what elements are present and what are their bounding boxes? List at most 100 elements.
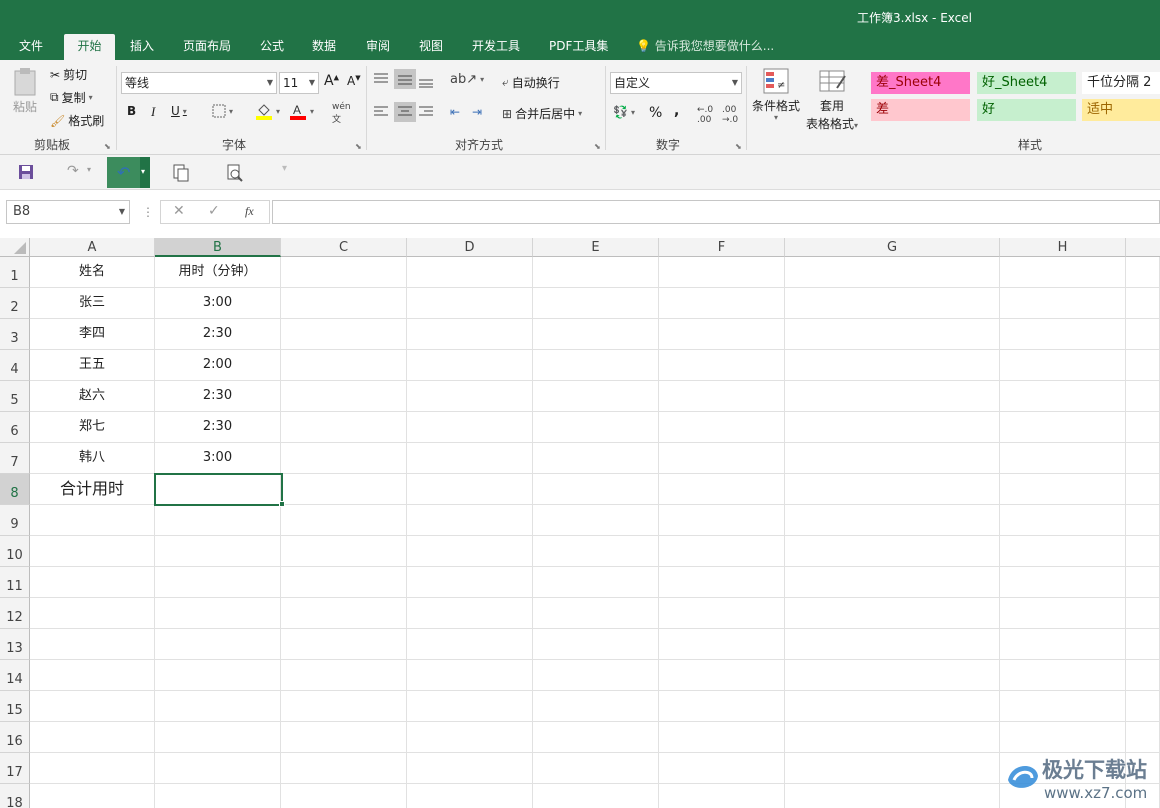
cell-b6[interactable]: 2:30 xyxy=(155,412,281,443)
cut-button[interactable]: ✂ 剪切 xyxy=(50,66,87,83)
cell-g17[interactable] xyxy=(785,753,1000,784)
cell-c8[interactable] xyxy=(281,474,407,505)
increase-font-size-button[interactable]: A▲ xyxy=(324,73,339,89)
cell-g12[interactable] xyxy=(785,598,1000,629)
cell-e1[interactable] xyxy=(533,257,659,288)
format-painter-button[interactable]: 🖌 格式刷 xyxy=(50,112,104,129)
underline-button[interactable]: U ▾ xyxy=(171,104,187,118)
cell-c15[interactable] xyxy=(281,691,407,722)
formula-input[interactable] xyxy=(272,200,1160,224)
cell-i7[interactable] xyxy=(1126,443,1160,474)
cell-g7[interactable] xyxy=(785,443,1000,474)
cell-a5[interactable]: 赵六 xyxy=(30,381,155,412)
number-format-select[interactable]: 自定义 ▼ xyxy=(610,72,742,94)
cell-c13[interactable] xyxy=(281,629,407,660)
cell-e6[interactable] xyxy=(533,412,659,443)
cell-e17[interactable] xyxy=(533,753,659,784)
cell-b7[interactable]: 3:00 xyxy=(155,443,281,474)
cell-b2[interactable]: 3:00 xyxy=(155,288,281,319)
cell-i1[interactable] xyxy=(1126,257,1160,288)
dialog-launcher-icon[interactable]: ⬊ xyxy=(355,142,362,151)
row-header-14[interactable]: 14 xyxy=(0,660,30,691)
cell-e11[interactable] xyxy=(533,567,659,598)
dialog-launcher-icon[interactable]: ⬊ xyxy=(735,142,742,151)
cell-h3[interactable] xyxy=(1000,319,1126,350)
redo-icon[interactable]: ↷ xyxy=(67,163,79,179)
tab-review[interactable]: 审阅 xyxy=(364,34,392,60)
column-header-b[interactable]: B xyxy=(155,238,281,257)
cell-h9[interactable] xyxy=(1000,505,1126,536)
paste-button[interactable]: 粘贴 xyxy=(10,66,40,115)
tab-home[interactable]: 开始 xyxy=(64,34,115,60)
cell-f16[interactable] xyxy=(659,722,785,753)
column-header-e[interactable]: E xyxy=(533,238,659,257)
cell-d16[interactable] xyxy=(407,722,533,753)
chevron-down-icon[interactable]: ▾ xyxy=(87,165,91,174)
row-header-13[interactable]: 13 xyxy=(0,629,30,660)
cell-f6[interactable] xyxy=(659,412,785,443)
increase-decimal-button[interactable]: ←.0.00 xyxy=(697,105,713,125)
cell-f4[interactable] xyxy=(659,350,785,381)
column-header-f[interactable]: F xyxy=(659,238,785,257)
cancel-icon[interactable]: ✕ xyxy=(173,203,185,219)
cell-f9[interactable] xyxy=(659,505,785,536)
orientation-button[interactable]: ab↗ ▾ xyxy=(450,72,484,87)
row-header-7[interactable]: 7 xyxy=(0,443,30,474)
cell-e9[interactable] xyxy=(533,505,659,536)
cell-a10[interactable] xyxy=(30,536,155,567)
decrease-font-size-button[interactable]: A▼ xyxy=(347,74,361,88)
tab-file[interactable]: 文件 xyxy=(17,34,45,60)
cell-a14[interactable] xyxy=(30,660,155,691)
cell-a13[interactable] xyxy=(30,629,155,660)
italic-button[interactable]: I xyxy=(151,104,155,120)
cell-a9[interactable] xyxy=(30,505,155,536)
cell-f14[interactable] xyxy=(659,660,785,691)
row-header-4[interactable]: 4 xyxy=(0,350,30,381)
cell-h5[interactable] xyxy=(1000,381,1126,412)
cell-f8[interactable] xyxy=(659,474,785,505)
cell-b12[interactable] xyxy=(155,598,281,629)
row-header-10[interactable]: 10 xyxy=(0,536,30,567)
row-header-17[interactable]: 17 xyxy=(0,753,30,784)
customize-qat-icon[interactable]: ▾ xyxy=(282,163,287,174)
cell-a15[interactable] xyxy=(30,691,155,722)
cell-a18[interactable] xyxy=(30,784,155,808)
cell-c6[interactable] xyxy=(281,412,407,443)
tell-me-box[interactable]: 💡 告诉我您想要做什么... xyxy=(634,34,776,60)
cell-h15[interactable] xyxy=(1000,691,1126,722)
cell-c1[interactable] xyxy=(281,257,407,288)
select-all-corner[interactable] xyxy=(0,238,30,257)
cell-e4[interactable] xyxy=(533,350,659,381)
cell-a7[interactable]: 韩八 xyxy=(30,443,155,474)
align-right-button[interactable] xyxy=(418,105,434,119)
copy-button[interactable]: ⧉ 复制 ▾ xyxy=(50,89,93,106)
row-header-9[interactable]: 9 xyxy=(0,505,30,536)
cell-i15[interactable] xyxy=(1126,691,1160,722)
cell-f5[interactable] xyxy=(659,381,785,412)
cell-g14[interactable] xyxy=(785,660,1000,691)
cell-e14[interactable] xyxy=(533,660,659,691)
decrease-decimal-button[interactable]: .00 →.0 xyxy=(722,105,738,125)
cell-d5[interactable] xyxy=(407,381,533,412)
undo-dropdown[interactable]: ▾ xyxy=(140,157,150,188)
style-comma-2[interactable]: 千位分隔 2 xyxy=(1082,72,1160,94)
format-as-table-button[interactable]: 套用 表格格式▾ xyxy=(806,66,858,132)
percent-button[interactable]: % xyxy=(649,105,662,121)
cell-d2[interactable] xyxy=(407,288,533,319)
cell-c9[interactable] xyxy=(281,505,407,536)
cell-c7[interactable] xyxy=(281,443,407,474)
cell-b15[interactable] xyxy=(155,691,281,722)
cell-i2[interactable] xyxy=(1126,288,1160,319)
style-bad[interactable]: 差 xyxy=(871,99,970,121)
cell-g10[interactable] xyxy=(785,536,1000,567)
cell-h16[interactable] xyxy=(1000,722,1126,753)
cell-b4[interactable]: 2:00 xyxy=(155,350,281,381)
cell-a11[interactable] xyxy=(30,567,155,598)
row-header-16[interactable]: 16 xyxy=(0,722,30,753)
row-header-11[interactable]: 11 xyxy=(0,567,30,598)
cell-f13[interactable] xyxy=(659,629,785,660)
cell-e5[interactable] xyxy=(533,381,659,412)
cell-g16[interactable] xyxy=(785,722,1000,753)
cell-d12[interactable] xyxy=(407,598,533,629)
cell-h11[interactable] xyxy=(1000,567,1126,598)
